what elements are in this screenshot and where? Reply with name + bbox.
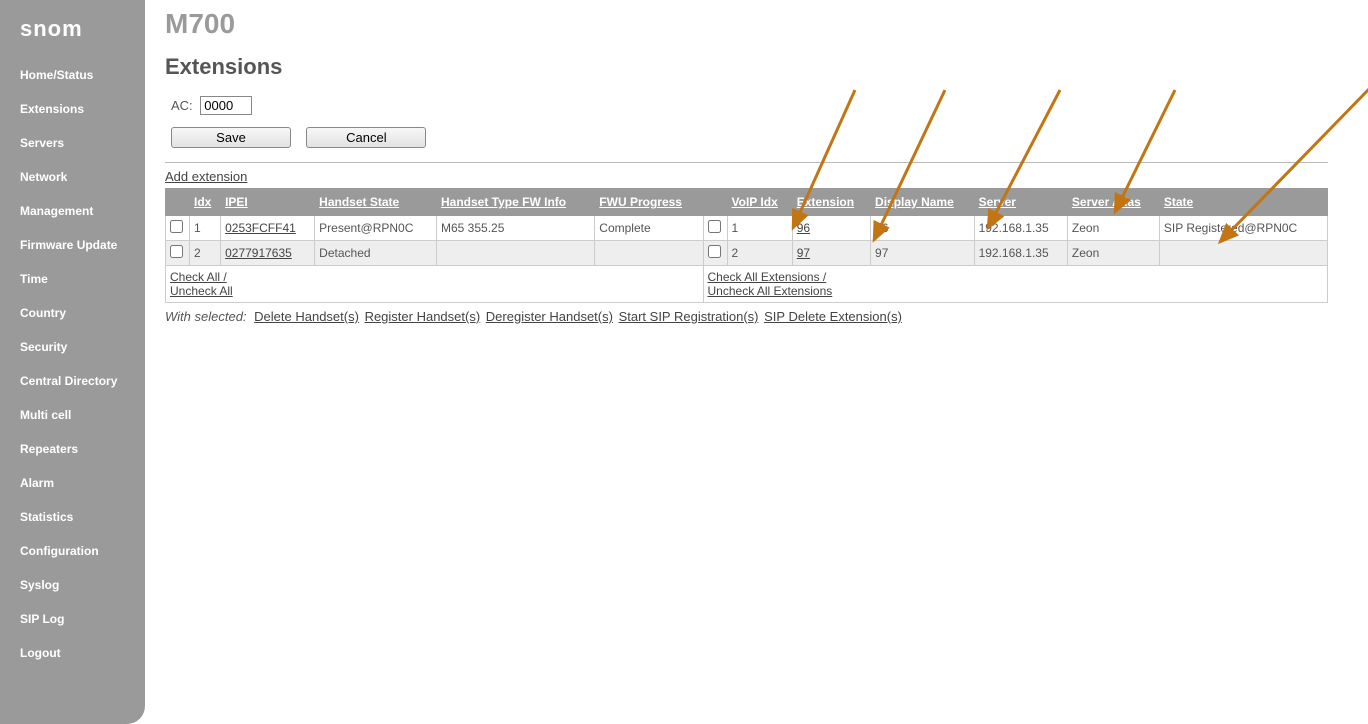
row-ext-checkbox[interactable] xyxy=(708,220,721,233)
col-server-alias[interactable]: Server Alias xyxy=(1072,195,1141,209)
row-handset-checkbox[interactable] xyxy=(170,245,183,258)
nav-list: Home/StatusExtensionsServersNetworkManag… xyxy=(0,58,145,670)
cell-handset-type: M65 355.25 xyxy=(437,216,595,241)
nav-time[interactable]: Time xyxy=(0,262,145,296)
check-all-ext-link[interactable]: Check All Extensions / xyxy=(708,270,827,284)
save-button[interactable]: Save xyxy=(171,127,291,148)
cell-ipei: 0253FCFF41 xyxy=(221,216,315,241)
brand-logo: snom xyxy=(0,10,145,58)
row-handset-checkbox[interactable] xyxy=(170,220,183,233)
nav-extensions[interactable]: Extensions xyxy=(0,92,145,126)
page-title: Extensions xyxy=(165,54,1328,80)
cancel-button[interactable]: Cancel xyxy=(306,127,426,148)
cell-server: 192.168.1.35 xyxy=(974,216,1067,241)
ipei-link[interactable]: 0253FCFF41 xyxy=(225,221,296,235)
row-ext-checkbox[interactable] xyxy=(708,245,721,258)
ac-input[interactable] xyxy=(200,96,252,115)
cell-voip-idx: 1 xyxy=(727,216,792,241)
col-extension[interactable]: Extension xyxy=(797,195,854,209)
sidebar: snom Home/StatusExtensionsServersNetwork… xyxy=(0,0,145,724)
cell-display-name: 96 xyxy=(871,216,975,241)
nav-syslog[interactable]: Syslog xyxy=(0,568,145,602)
register-handset-link[interactable]: Register Handset(s) xyxy=(365,309,481,324)
nav-management[interactable]: Management xyxy=(0,194,145,228)
cell-voip-idx: 2 xyxy=(727,241,792,266)
cell-handset-state: Present@RPN0C xyxy=(315,216,437,241)
cell-ext-checkbox xyxy=(703,241,727,266)
ac-label: AC: xyxy=(171,98,193,113)
nav-central-directory[interactable]: Central Directory xyxy=(0,364,145,398)
check-all-link[interactable]: Check All / xyxy=(170,270,227,284)
cell-server-alias: Zeon xyxy=(1067,216,1159,241)
start-sip-link[interactable]: Start SIP Registration(s) xyxy=(619,309,759,324)
nav-network[interactable]: Network xyxy=(0,160,145,194)
cell-handset-state: Detached xyxy=(315,241,437,266)
add-extension-link[interactable]: Add extension xyxy=(165,169,247,184)
uncheck-all-link[interactable]: Uncheck All xyxy=(170,284,233,298)
col-handset-type[interactable]: Handset Type FW Info xyxy=(441,195,566,209)
nav-logout[interactable]: Logout xyxy=(0,636,145,670)
cell-server: 192.168.1.35 xyxy=(974,241,1067,266)
nav-country[interactable]: Country xyxy=(0,296,145,330)
nav-home-status[interactable]: Home/Status xyxy=(0,58,145,92)
table-row: 20277917635Detached29797192.168.1.35Zeon xyxy=(166,241,1328,266)
col-server[interactable]: Server xyxy=(979,195,1016,209)
bulk-actions: With selected: Delete Handset(s) Registe… xyxy=(165,309,1328,324)
col-state[interactable]: State xyxy=(1164,195,1193,209)
cell-server-alias: Zeon xyxy=(1067,241,1159,266)
nav-multi-cell[interactable]: Multi cell xyxy=(0,398,145,432)
extension-link[interactable]: 96 xyxy=(797,221,810,235)
ipei-link[interactable]: 0277917635 xyxy=(225,246,292,260)
cell-ext-checkbox xyxy=(703,216,727,241)
extensions-table: Idx IPEI Handset State Handset Type FW I… xyxy=(165,188,1328,303)
delete-handset-link[interactable]: Delete Handset(s) xyxy=(254,309,359,324)
nav-sip-log[interactable]: SIP Log xyxy=(0,602,145,636)
extension-link[interactable]: 97 xyxy=(797,246,810,260)
cell-extension: 96 xyxy=(792,216,870,241)
col-fwu[interactable]: FWU Progress xyxy=(599,195,682,209)
cell-checkbox xyxy=(166,241,190,266)
cell-idx: 1 xyxy=(190,216,221,241)
deregister-handset-link[interactable]: Deregister Handset(s) xyxy=(486,309,613,324)
col-voip-idx[interactable]: VoIP Idx xyxy=(732,195,778,209)
col-idx[interactable]: Idx xyxy=(194,195,211,209)
cell-handset-type xyxy=(437,241,595,266)
cell-state: SIP Registered@RPN0C xyxy=(1159,216,1327,241)
col-display-name[interactable]: Display Name xyxy=(875,195,954,209)
col-handset-state[interactable]: Handset State xyxy=(319,195,399,209)
cell-fwu: Complete xyxy=(595,216,703,241)
nav-alarm[interactable]: Alarm xyxy=(0,466,145,500)
cell-extension: 97 xyxy=(792,241,870,266)
col-ipei[interactable]: IPEI xyxy=(225,195,248,209)
uncheck-all-ext-link[interactable]: Uncheck All Extensions xyxy=(708,284,833,298)
main-panel: M700 Extensions AC: Save Cancel Add exte… xyxy=(145,0,1368,724)
cell-checkbox xyxy=(166,216,190,241)
nav-repeaters[interactable]: Repeaters xyxy=(0,432,145,466)
nav-configuration[interactable]: Configuration xyxy=(0,534,145,568)
cell-display-name: 97 xyxy=(871,241,975,266)
nav-firmware-update[interactable]: Firmware Update xyxy=(0,228,145,262)
cell-idx: 2 xyxy=(190,241,221,266)
cell-ipei: 0277917635 xyxy=(221,241,315,266)
nav-security[interactable]: Security xyxy=(0,330,145,364)
cell-fwu xyxy=(595,241,703,266)
cell-state xyxy=(1159,241,1327,266)
sip-delete-link[interactable]: SIP Delete Extension(s) xyxy=(764,309,902,324)
model-title: M700 xyxy=(165,0,1368,54)
nav-servers[interactable]: Servers xyxy=(0,126,145,160)
with-selected-label: With selected: xyxy=(165,309,247,324)
table-row: 1 0253FCFF41 Present@RPN0CM65 355.25Comple… xyxy=(166,216,1328,241)
nav-statistics[interactable]: Statistics xyxy=(0,500,145,534)
